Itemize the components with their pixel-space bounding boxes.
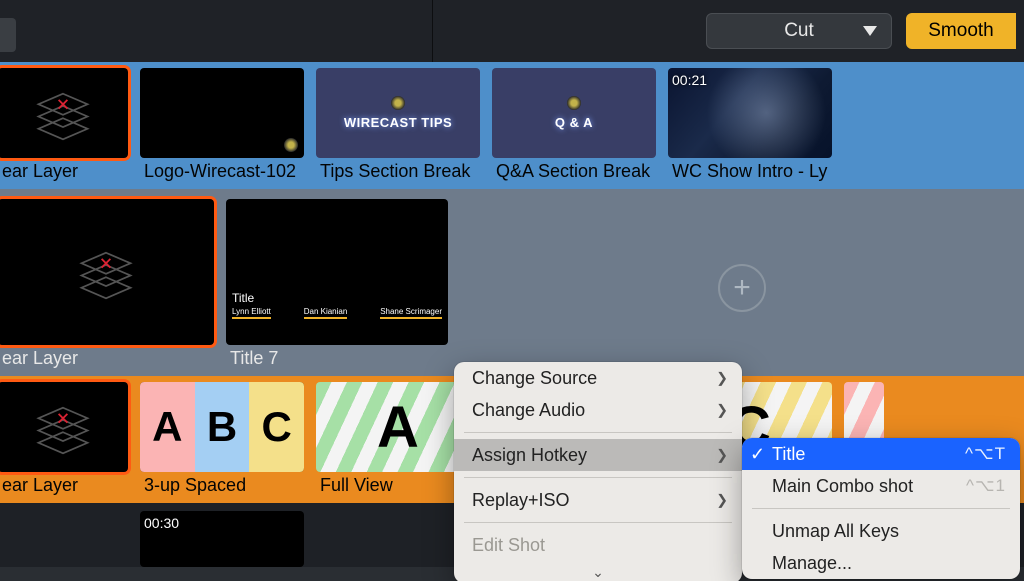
timecode-badge: 00:30 bbox=[144, 515, 179, 531]
menu-separator bbox=[464, 522, 732, 523]
clear-layer-icon bbox=[0, 68, 128, 158]
shot-label: ear Layer bbox=[0, 158, 128, 184]
shot-label: ear Layer bbox=[0, 345, 214, 371]
menu-separator bbox=[464, 432, 732, 433]
shot-context-menu[interactable]: Change Source ❯ Change Audio ❯ Assign Ho… bbox=[454, 362, 742, 581]
toolbar-left-stub bbox=[0, 18, 16, 52]
hotkey-accelerator: ^⌥T bbox=[945, 444, 1006, 464]
top-toolbar: Cut Smooth bbox=[0, 0, 1024, 62]
shot-label: 3-up Spaced bbox=[140, 472, 304, 498]
shot-label: Title 7 bbox=[226, 345, 448, 371]
shot-clear-layer-1[interactable]: ear Layer bbox=[0, 68, 128, 189]
shot-3up-spaced[interactable]: A B C 3-up Spaced bbox=[140, 382, 304, 503]
clear-layer-icon bbox=[0, 199, 214, 345]
letter-b: B bbox=[195, 382, 250, 472]
shot-clear-layer-3[interactable]: ear Layer bbox=[0, 382, 128, 503]
submenu-item-manage[interactable]: Manage... bbox=[742, 547, 1020, 579]
toolbar-divider bbox=[432, 0, 433, 62]
add-shot-area: + bbox=[460, 199, 1024, 376]
smooth-label: Smooth bbox=[928, 20, 993, 42]
hotkey-accelerator: ^⌥1 bbox=[946, 476, 1006, 496]
shot-label: ear Layer bbox=[0, 472, 128, 498]
transition-select[interactable]: Cut bbox=[706, 13, 892, 49]
menu-item-replay-iso[interactable]: Replay+ISO ❯ bbox=[454, 484, 742, 516]
shot-label: Logo-Wirecast-102 bbox=[140, 158, 304, 184]
shot-clear-layer-2[interactable]: ear Layer bbox=[0, 199, 214, 376]
shot-label: Q&A Section Break bbox=[492, 158, 656, 184]
slide-title: Q & A bbox=[555, 116, 593, 131]
menu-separator bbox=[752, 508, 1010, 509]
timecode-badge: 00:21 bbox=[672, 72, 707, 88]
assign-hotkey-submenu[interactable]: ✓ Title ^⌥T Main Combo shot ^⌥1 Unmap Al… bbox=[742, 438, 1020, 579]
menu-separator bbox=[464, 477, 732, 478]
submenu-item-title[interactable]: ✓ Title ^⌥T bbox=[742, 438, 1020, 470]
slide-title: WIRECAST TIPS bbox=[344, 116, 452, 131]
transition-selected-label: Cut bbox=[784, 20, 814, 42]
check-icon: ✓ bbox=[750, 444, 765, 465]
plus-icon: + bbox=[733, 271, 751, 305]
wirecast-logo-icon bbox=[284, 138, 298, 152]
submenu-item-main-combo[interactable]: Main Combo shot ^⌥1 bbox=[742, 470, 1020, 502]
submenu-item-unmap-all[interactable]: Unmap All Keys bbox=[742, 515, 1020, 547]
add-shot-button[interactable]: + bbox=[718, 264, 766, 312]
menu-item-assign-hotkey[interactable]: Assign Hotkey ❯ bbox=[454, 439, 742, 471]
chevron-right-icon: ❯ bbox=[716, 447, 728, 464]
clear-layer-icon bbox=[0, 382, 128, 472]
smooth-transition-button[interactable]: Smooth bbox=[906, 13, 1016, 49]
chevron-down-icon bbox=[863, 20, 877, 42]
shot-tips-section-break[interactable]: WIRECAST TIPS Tips Section Break bbox=[316, 68, 480, 189]
title7-label: Title bbox=[232, 291, 254, 305]
letter-c: C bbox=[249, 382, 304, 472]
layer-row-2: ear Layer Title Lynn Elliott Dan Kianian… bbox=[0, 189, 1024, 376]
letter-a: A bbox=[140, 382, 195, 472]
shot-title-7[interactable]: Title Lynn Elliott Dan Kianian Shane Scr… bbox=[226, 199, 448, 376]
slide-logo-icon bbox=[391, 96, 405, 110]
shot-label: Tips Section Break bbox=[316, 158, 480, 184]
chevron-right-icon: ❯ bbox=[716, 370, 728, 387]
title7-names: Lynn Elliott Dan Kianian Shane Scrimager bbox=[232, 307, 442, 319]
shot-video-clip[interactable]: 00:30 bbox=[140, 511, 304, 567]
shot-qa-section-break[interactable]: Q & A Q&A Section Break bbox=[492, 68, 656, 189]
shot-wc-show-intro[interactable]: 00:21 WC Show Intro - Ly bbox=[668, 68, 832, 189]
menu-item-edit-shot-partial[interactable]: Edit Shot bbox=[454, 529, 742, 561]
menu-item-change-audio[interactable]: Change Audio ❯ bbox=[454, 394, 742, 426]
chevron-right-icon: ❯ bbox=[716, 492, 728, 509]
slide-logo-icon bbox=[567, 96, 581, 110]
layer-row-1: ear Layer Logo-Wirecast-102 WIRECAST TIP… bbox=[0, 62, 1024, 189]
shot-logo-wirecast[interactable]: Logo-Wirecast-102 bbox=[140, 68, 304, 189]
menu-item-change-source[interactable]: Change Source ❯ bbox=[454, 362, 742, 394]
menu-scroll-down-icon[interactable]: ⌄ bbox=[454, 561, 742, 581]
shot-label: WC Show Intro - Ly bbox=[668, 158, 832, 184]
chevron-right-icon: ❯ bbox=[716, 402, 728, 419]
